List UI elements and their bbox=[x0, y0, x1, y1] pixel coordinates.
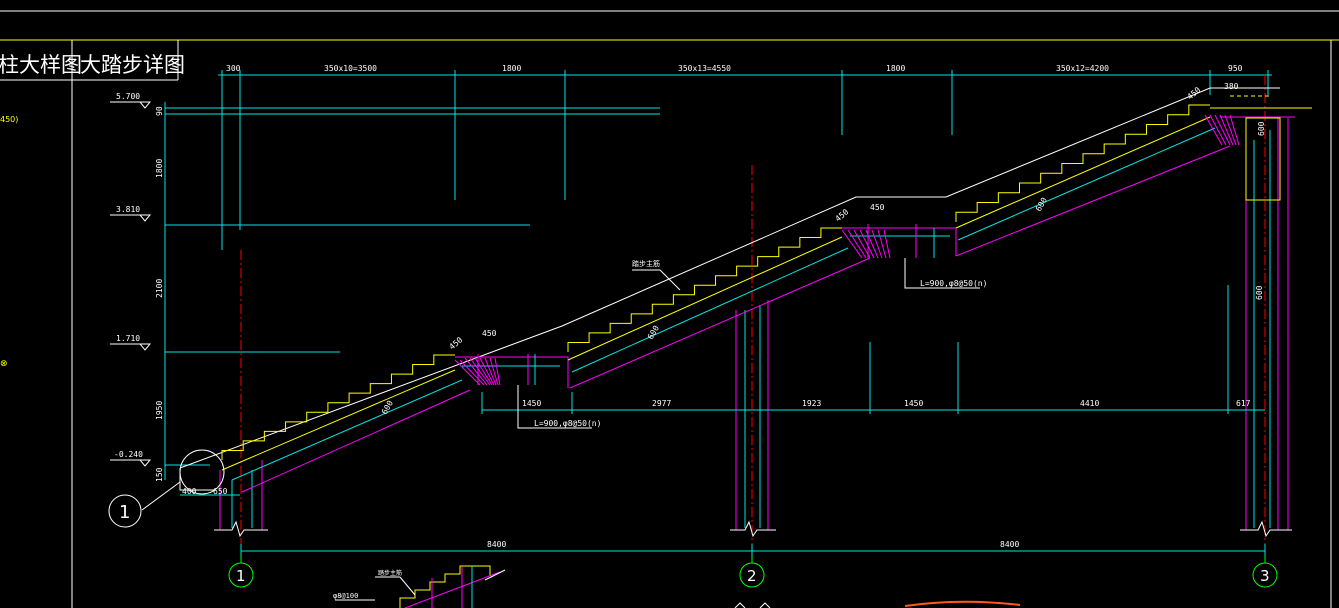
bdim-6: 1450 bbox=[904, 399, 923, 408]
rebar-fan-2 bbox=[841, 229, 891, 259]
bottom-dim-chain bbox=[481, 285, 1265, 414]
axis-label-3: 3 bbox=[1260, 567, 1270, 585]
dim-top-2: 350x10=3500 bbox=[324, 64, 377, 73]
slab-dim-7: 600 bbox=[646, 324, 661, 341]
level-label-4: -0.240 bbox=[114, 450, 143, 459]
slab-dim-5: 450 bbox=[1186, 85, 1203, 101]
vdim-3: 2100 bbox=[155, 279, 164, 298]
level-marker-2 bbox=[110, 214, 152, 222]
slab-dim-4: 450 bbox=[870, 203, 885, 212]
step-profile bbox=[567, 227, 842, 352]
span-1: 8400 bbox=[487, 540, 506, 549]
title-stair-detail: 大踏步详图 bbox=[80, 53, 185, 77]
cad-drawing-canvas[interactable]: 柱大样图 大踏步详图 450) ⊗ 300 350x10=3500 1800 3… bbox=[0, 0, 1339, 608]
dim-top-7: 950 bbox=[1228, 64, 1243, 73]
lower-detail-fragment bbox=[335, 565, 1021, 608]
level-marker-3 bbox=[110, 343, 152, 351]
dim-top-5: 1800 bbox=[886, 64, 905, 73]
level-label-3: 1.710 bbox=[116, 334, 140, 343]
bdim-7: 4410 bbox=[1080, 399, 1099, 408]
axis-bubble-3[interactable]: 3 bbox=[1252, 556, 1278, 588]
slab-dim-9: 600 bbox=[1257, 121, 1266, 136]
note-bottom-2: 踏步主筋 bbox=[378, 569, 402, 577]
span-dim bbox=[240, 544, 1266, 556]
vdim-2: 1800 bbox=[155, 159, 164, 178]
note-bottom-1: φ8@100 bbox=[333, 592, 358, 600]
left-note-2: ⊗ bbox=[0, 359, 8, 369]
columns bbox=[219, 118, 1289, 530]
dim-top-6: 350x12=4200 bbox=[1056, 64, 1109, 73]
slab-flight-3 bbox=[955, 116, 1231, 257]
landing-2 bbox=[842, 224, 957, 258]
dim-top-8: 380 bbox=[1224, 82, 1239, 91]
steps-flight-3 bbox=[955, 104, 1210, 222]
column-bars bbox=[231, 130, 1271, 528]
span-2: 8400 bbox=[1000, 540, 1019, 549]
vdim-1: 90 bbox=[155, 106, 164, 116]
title-column-detail: 柱大样图 bbox=[0, 53, 82, 77]
axis-label-1: 1 bbox=[236, 567, 246, 585]
axis-label-2: 2 bbox=[747, 567, 757, 585]
step-profile bbox=[221, 354, 455, 460]
axis-bubble-1[interactable]: 1 bbox=[228, 556, 254, 588]
bdim-3: 1450 bbox=[522, 399, 541, 408]
axis-lines bbox=[240, 75, 1266, 560]
axis-bubble-2[interactable]: 2 bbox=[739, 556, 765, 588]
level-label-1: 5.700 bbox=[116, 92, 140, 101]
stair-outline bbox=[179, 87, 1280, 469]
bdim-8: 617 bbox=[1236, 399, 1251, 408]
note-leader-mid-2 bbox=[659, 269, 681, 291]
detail-callout-1[interactable]: 1 bbox=[108, 449, 225, 528]
vdim-4: 1950 bbox=[155, 401, 164, 420]
detail-label-1: 1 bbox=[119, 502, 130, 523]
bdim-1: 400 bbox=[182, 487, 197, 496]
slab-flight-2 bbox=[567, 236, 871, 389]
slab-dim-8: 600 bbox=[1034, 196, 1049, 213]
steps-flight-2 bbox=[567, 227, 842, 352]
slab-dim-2: 450 bbox=[482, 329, 497, 338]
rebar-note-1: L=900,φ8@50(n) bbox=[534, 419, 601, 428]
rebar-note-2: L=900,φ8@50(n) bbox=[920, 279, 987, 288]
bdim-5: 1923 bbox=[802, 399, 821, 408]
level-marker-1 bbox=[110, 101, 152, 109]
bdim-2: 650 bbox=[213, 487, 228, 496]
slab-flight-1 bbox=[221, 369, 471, 493]
slab-dim-3: 450 bbox=[834, 207, 851, 223]
slab-dim-10: 600 bbox=[1255, 285, 1264, 300]
vdim-5: 150 bbox=[155, 467, 164, 482]
level-marker-4 bbox=[110, 459, 152, 467]
dim-top-3: 1800 bbox=[502, 64, 521, 73]
bdim-4: 2977 bbox=[652, 399, 671, 408]
dim-top-1: 300 bbox=[226, 64, 241, 73]
dim-top-4: 350x13=4550 bbox=[678, 64, 731, 73]
level-label-2: 3.810 bbox=[116, 205, 140, 214]
slab-dim-1: 450 bbox=[448, 335, 465, 351]
note-mid: 踏步主筋 bbox=[632, 259, 660, 268]
break-lines bbox=[214, 520, 1292, 538]
steps-flight-1 bbox=[221, 354, 455, 460]
step-profile bbox=[955, 104, 1210, 222]
left-note-1: 450) bbox=[0, 115, 18, 124]
